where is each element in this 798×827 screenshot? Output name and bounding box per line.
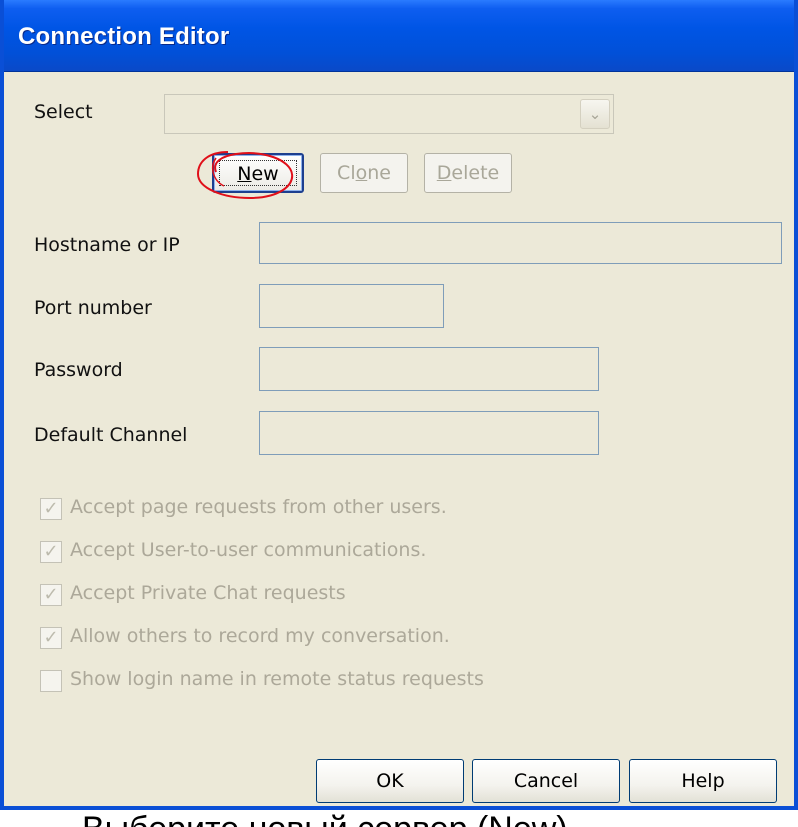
checkbox-label: Accept Private Chat requests — [70, 582, 346, 604]
select-label: Select — [34, 101, 93, 123]
check-icon[interactable]: ✓ — [40, 627, 62, 649]
check-icon[interactable]: ✓ — [40, 584, 62, 606]
cancel-button[interactable]: Cancel — [472, 759, 620, 803]
window-title: Connection Editor — [18, 23, 230, 50]
connection-editor-window: Connection Editor Select ⌄ New Clone Del… — [0, 0, 798, 810]
clone-button-pre: Cl — [337, 162, 356, 184]
channel-label: Default Channel — [34, 424, 188, 446]
delete-button[interactable]: Delete — [424, 153, 512, 193]
new-button[interactable]: New — [212, 153, 304, 193]
ok-button[interactable]: OK — [316, 759, 464, 803]
hostname-label: Hostname or IP — [34, 234, 180, 256]
password-label: Password — [34, 359, 123, 381]
hostname-input[interactable] — [259, 222, 782, 264]
port-label: Port number — [34, 297, 152, 319]
checkbox-label: Show login name in remote status request… — [70, 668, 484, 690]
delete-button-rest: elete — [451, 162, 500, 184]
clone-button-accel: o — [355, 162, 368, 184]
clone-button[interactable]: Clone — [320, 153, 408, 193]
checkbox-label: Accept User-to-user communications. — [70, 539, 427, 561]
delete-button-accel: D — [436, 162, 452, 184]
title-bar[interactable]: Connection Editor — [4, 0, 794, 72]
chevron-down-icon[interactable]: ⌄ — [580, 99, 610, 129]
checkbox-label: Allow others to record my conversation. — [70, 625, 450, 647]
clone-button-rest: ne — [367, 162, 391, 184]
checkbox-label: Accept page requests from other users. — [70, 496, 447, 518]
empty-checkbox[interactable] — [40, 670, 62, 692]
select-dropdown[interactable]: ⌄ — [164, 94, 614, 134]
caption-area: Выберите новый сервер (New) — [0, 810, 798, 827]
password-input[interactable] — [259, 347, 599, 391]
channel-input[interactable] — [259, 411, 599, 455]
check-icon[interactable]: ✓ — [40, 541, 62, 563]
caption-text: Выберите новый сервер (New) — [82, 810, 568, 827]
check-icon[interactable]: ✓ — [40, 498, 62, 520]
port-input[interactable] — [259, 284, 444, 328]
focus-rectangle — [219, 160, 297, 186]
help-button[interactable]: Help — [629, 759, 777, 803]
